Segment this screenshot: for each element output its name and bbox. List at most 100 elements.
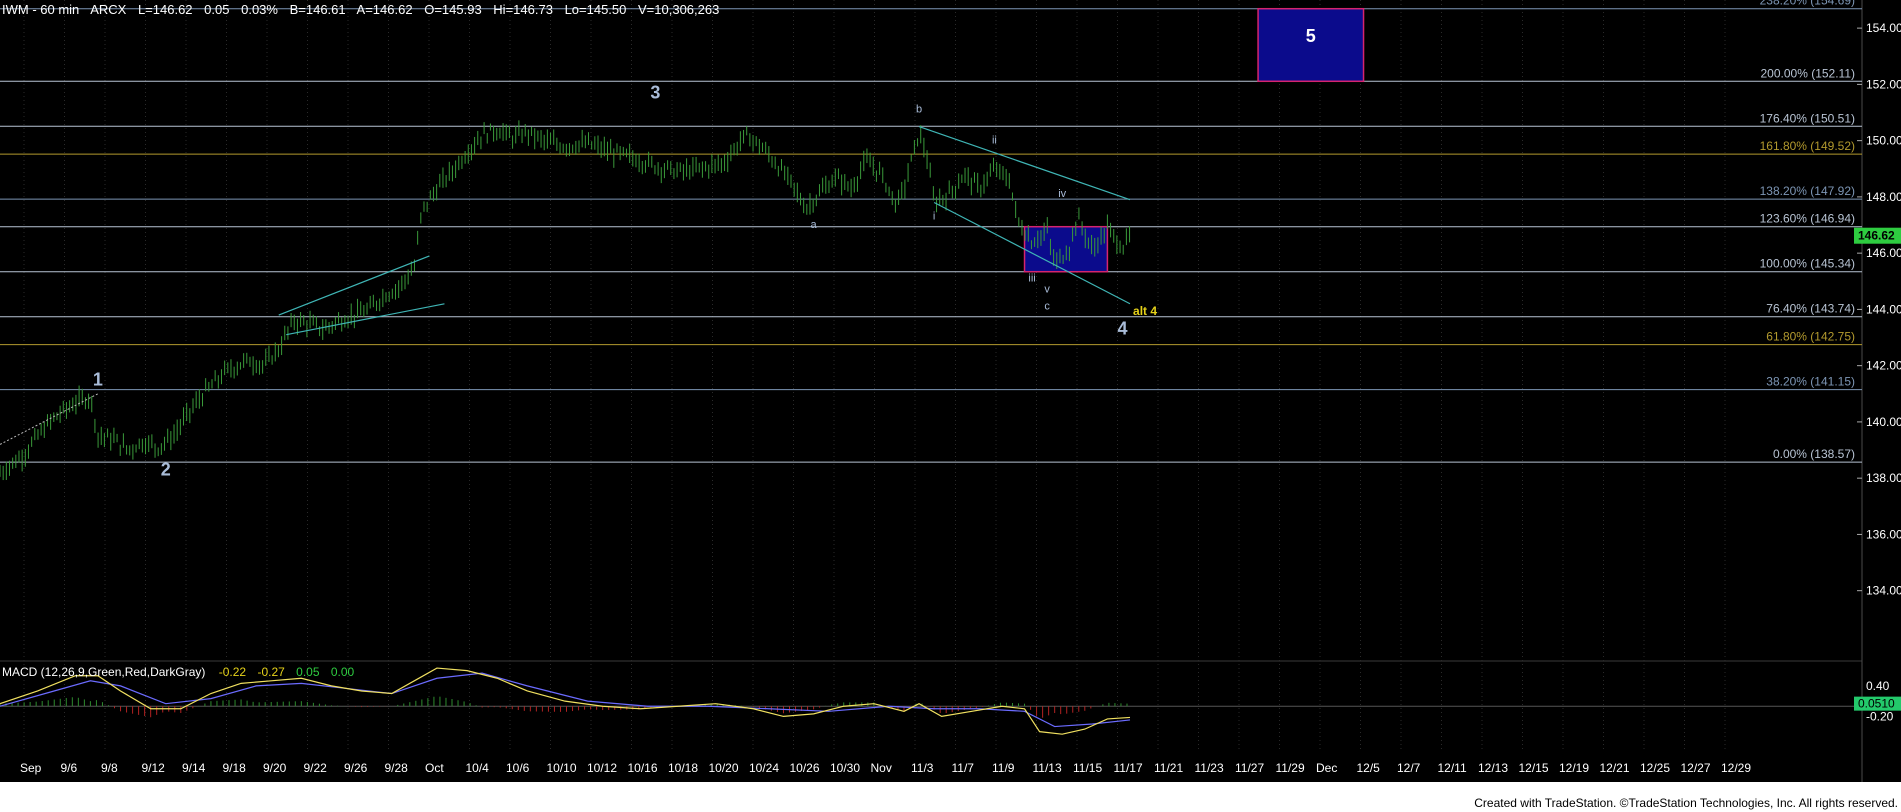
fib-level-label: 138.20% (147.92) [1760,184,1855,198]
header-exchange: ARCX [90,2,126,17]
wave-label: 1 [93,369,103,389]
x-tick-label: Oct [425,761,444,775]
x-tick-label: 9/6 [61,761,78,775]
header-volume: V=10,306,263 [638,2,719,17]
x-tick-label: 12/21 [1600,761,1630,775]
fib-level-label: 76.40% (143.74) [1766,302,1855,316]
x-tick-label: 12/15 [1519,761,1549,775]
x-tick-label: 11/15 [1073,761,1102,775]
x-tick-label: 10/24 [749,761,779,775]
x-tick-label: 9/12 [142,761,166,775]
fib-level-label: 161.80% (149.52) [1760,139,1855,153]
wave-label: b [916,104,922,116]
x-tick-label: 12/25 [1640,761,1670,775]
header-ask: A=146.62 [357,2,413,17]
wave-label: iii [1028,272,1035,284]
y-tick-label: 134.00 [1866,584,1901,598]
macd-y-tick-label: -0.20 [1866,709,1894,723]
x-tick-label: 10/12 [587,761,617,775]
x-tick-label: 11/27 [1235,761,1264,775]
wave-label: i [933,210,935,222]
x-tick-label: 11/7 [952,761,975,775]
fib-level-label: 100.00% (145.34) [1760,257,1855,271]
x-tick-label: 11/13 [1033,761,1062,775]
header-high: Hi=146.73 [493,2,553,17]
price-axis-background [1862,0,1901,782]
y-tick-label: 138.00 [1866,471,1901,485]
x-tick-label: Dec [1316,761,1337,775]
fib-level-label: 123.60% (146.94) [1760,212,1855,226]
wave-label: a [811,219,818,231]
header-symbol: IWM - 60 min [2,2,79,17]
chart-canvas: 238.20% (154.69)200.00% (152.11)176.40% … [0,0,1901,812]
fib-level-label: 0.00% (138.57) [1773,447,1855,461]
header-change: 0.05 [204,2,229,17]
fib-level-label: 61.80% (142.75) [1766,330,1855,344]
y-tick-label: 146.00 [1866,246,1901,260]
x-tick-label: 10/26 [790,761,820,775]
wave-label: iv [1058,188,1066,200]
x-tick-label: 11/3 [911,761,934,775]
x-tick-label: 12/7 [1397,761,1421,775]
macd-value-4: 0.00 [331,665,355,679]
x-tick-label: 9/8 [101,761,118,775]
macd-value-2: -0.27 [257,665,285,679]
y-tick-label: 148.00 [1866,190,1901,204]
y-tick-label: 140.00 [1866,415,1901,429]
chart-root: 238.20% (154.69) 200.00% (152.11) 176.40% … [0,0,1901,812]
macd-title: MACD (12,26,9,Green,Red,DarkGray) [2,665,205,679]
last-price-label: 146.62 [1858,229,1895,243]
macd-y-tick-label: 0.40 [1866,679,1890,693]
x-tick-label: 12/11 [1438,761,1467,775]
header-change-pct: 0.03% [241,2,278,17]
fib-level-label: 176.40% (150.51) [1760,111,1855,125]
y-tick-label: 136.00 [1866,527,1901,541]
wave-label: c [1044,300,1050,312]
x-tick-label: 12/5 [1357,761,1381,775]
x-tick-label: 9/28 [385,761,409,775]
header-low: Lo=145.50 [565,2,627,17]
x-tick-label: 12/19 [1559,761,1589,775]
fib-level-label: 38.20% (141.15) [1766,375,1855,389]
x-tick-label: 9/26 [344,761,368,775]
wave-label: ii [992,134,997,146]
x-tick-label: 10/10 [547,761,577,775]
x-tick-label: 11/9 [992,761,1015,775]
wave-label: 4 [1117,319,1127,339]
macd-value-1: -0.22 [219,665,247,679]
x-tick-label: 10/6 [506,761,530,775]
x-tick-label: 12/13 [1478,761,1508,775]
macd-value-3: 0.05 [296,665,320,679]
x-tick-label: 10/30 [830,761,860,775]
fib-level-label: 200.00% (152.11) [1760,66,1855,80]
y-tick-label: 152.00 [1866,77,1901,91]
header-last: L=146.62 [138,2,193,17]
chart-header: IWM - 60 min ARCX L=146.62 0.05 0.03% B=… [2,2,719,17]
x-tick-label: 12/29 [1721,761,1751,775]
x-tick-label: 10/18 [668,761,698,775]
x-tick-label: 9/18 [223,761,247,775]
y-tick-label: 144.00 [1866,302,1901,316]
y-tick-label: 142.00 [1866,359,1901,373]
x-tick-label: 11/17 [1114,761,1143,775]
x-tick-label: 9/20 [263,761,287,775]
macd-label: MACD (12,26,9,Green,Red,DarkGray) -0.22 … [2,665,355,679]
macd-marker-label: 0.0510 [1858,697,1895,711]
header-open: O=145.93 [424,2,481,17]
wave-label: 5 [1306,26,1316,46]
x-tick-label: 11/21 [1154,761,1183,775]
header-bid: B=146.61 [290,2,346,17]
x-tick-label: 12/27 [1681,761,1711,775]
wave-label: v [1044,284,1050,296]
x-tick-label: 11/23 [1195,761,1224,775]
wave-label: alt 4 [1133,304,1157,318]
x-tick-label: 11/29 [1276,761,1305,775]
x-tick-label: 10/16 [628,761,658,775]
wave-label: 2 [161,459,171,479]
x-tick-label: 9/22 [304,761,328,775]
y-tick-label: 150.00 [1866,134,1901,148]
x-tick-label: 9/14 [182,761,206,775]
y-tick-label: 154.00 [1866,21,1901,35]
x-tick-label: Nov [871,761,892,775]
fib-level-label: 238.20% (154.69) [1760,0,1855,8]
